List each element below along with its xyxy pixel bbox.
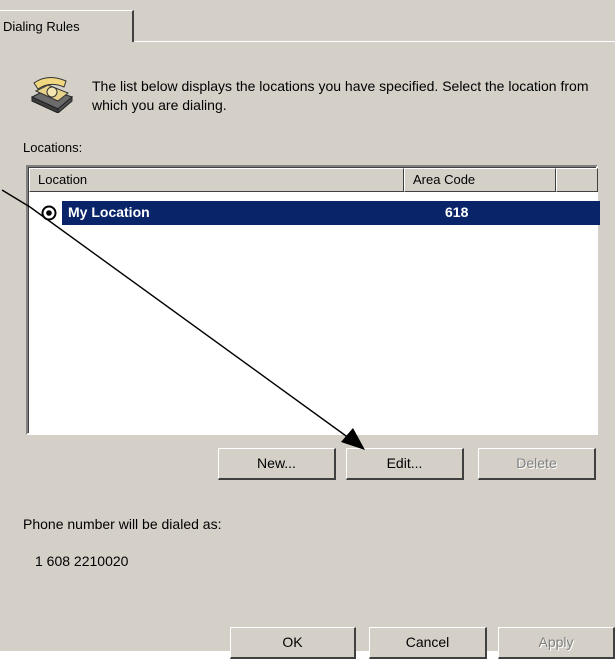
dial-value: 1 608 2210020: [35, 553, 129, 569]
locations-list[interactable]: Location Area Code My Location 618: [26, 165, 600, 435]
locations-label: Locations:: [23, 140, 83, 155]
edit-button[interactable]: Edit...: [346, 448, 464, 480]
selected-location-radio-icon: [41, 205, 57, 221]
new-button[interactable]: New...: [218, 448, 336, 480]
apply-button[interactable]: Apply: [498, 627, 615, 659]
tab-strip: Dialing Rules: [0, 0, 615, 42]
column-header-blank: [556, 168, 598, 192]
cancel-button[interactable]: Cancel: [369, 627, 487, 659]
telephone-icon: [30, 77, 73, 113]
tab-label: Dialing Rules: [3, 19, 80, 34]
area-code: 618: [445, 204, 469, 220]
location-name: My Location: [68, 204, 150, 220]
delete-button[interactable]: Delete: [478, 448, 596, 480]
dialing-rules-dialog: Dialing Rules The list below displays th…: [0, 0, 615, 659]
list-body: Location Area Code My Location 618: [28, 167, 600, 433]
tab-baseline: [134, 41, 615, 42]
list-item[interactable]: My Location 618: [62, 201, 600, 225]
dial-label: Phone number will be dialed as:: [23, 516, 222, 532]
ok-button[interactable]: OK: [230, 627, 356, 659]
list-header: Location Area Code: [29, 168, 598, 192]
column-header-area-code[interactable]: Area Code: [404, 168, 556, 192]
description-text: The list below displays the locations yo…: [92, 78, 589, 113]
column-header-location[interactable]: Location: [29, 168, 404, 192]
tab-dialing-rules[interactable]: Dialing Rules: [0, 10, 134, 42]
